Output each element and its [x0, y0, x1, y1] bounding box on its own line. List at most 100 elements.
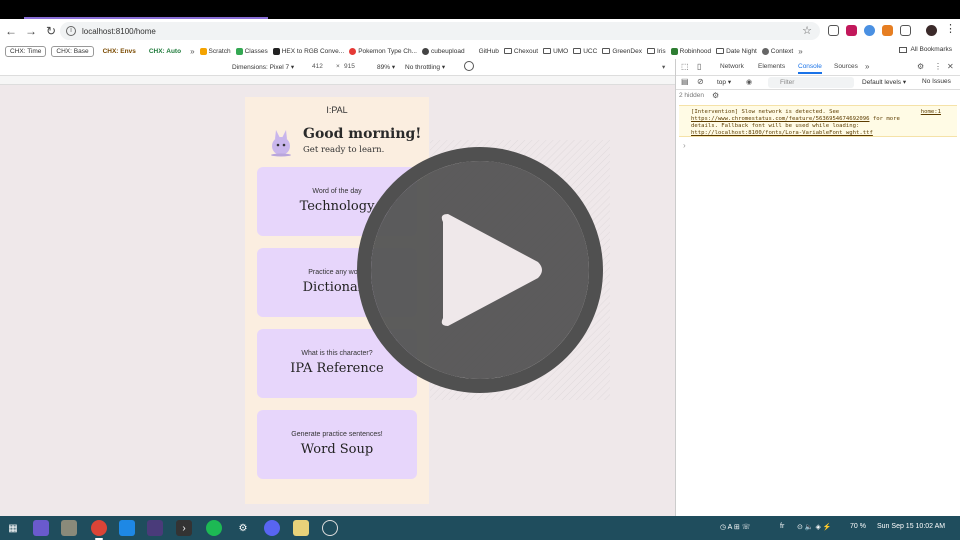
bookmark-link[interactable]: HEX to RGB Conve... — [272, 47, 344, 55]
throttling-select[interactable]: No throttling ▾ — [405, 63, 445, 71]
extension-icon[interactable] — [864, 25, 875, 36]
bookmark-folder[interactable]: Date Night — [716, 48, 757, 55]
intellij-icon[interactable] — [147, 520, 163, 536]
bookmark-folder[interactable]: GreenDex — [602, 48, 642, 55]
more-options-icon[interactable]: ▾ — [662, 63, 665, 71]
bookmark-chip[interactable]: CHX: Time — [5, 45, 47, 57]
bookmark-link[interactable]: Classes — [235, 47, 268, 55]
console-filter-input[interactable]: Filter — [768, 77, 854, 88]
bookmark-link[interactable]: Scratch — [199, 47, 231, 55]
log-levels-select[interactable]: Default levels ▾ — [862, 78, 906, 86]
dimension-separator: × — [336, 63, 340, 70]
ipa-reference-card[interactable]: What is this character? IPA Reference — [257, 329, 417, 398]
close-icon[interactable]: ✕ — [947, 62, 954, 71]
chevron-right-icon[interactable]: » — [798, 47, 802, 56]
os-taskbar: ▦ › ⚙ ◷ A ⊞ ☏ fr ⊙ 🔈 ◈ ⚡ 70 % Sun Sep 15… — [0, 516, 960, 540]
dictionary-card[interactable]: Practice any word! Dictionary — [257, 248, 417, 317]
settings-icon[interactable]: ⚙ — [235, 520, 251, 536]
address-bar[interactable]: i localhost:8100/home ☆ — [60, 22, 820, 40]
language-indicator[interactable]: fr — [780, 523, 784, 530]
tab-console[interactable]: Console — [798, 63, 822, 74]
forward-icon[interactable]: → — [22, 22, 40, 40]
bookmark-folder[interactable]: UCC — [573, 48, 597, 55]
device-height-field[interactable]: 915 — [344, 63, 355, 70]
warning-link[interactable]: http://localhost:8100/fonts/Lora-Variabl… — [691, 130, 873, 136]
context-select[interactable]: top ▾ — [717, 78, 731, 86]
eye-icon[interactable]: ◉ — [746, 78, 752, 86]
tab-network[interactable]: Network — [720, 63, 744, 70]
bookmark-link[interactable]: Robinhood — [670, 47, 711, 55]
files-icon[interactable] — [61, 520, 77, 536]
devtools-tabbar: ⬚ ▯ Network Elements Console Sources » ⚙… — [676, 59, 960, 76]
profile-avatar[interactable] — [926, 25, 937, 36]
bookmark-chip[interactable]: CHX: Base — [51, 45, 94, 57]
reload-icon[interactable]: ↻ — [42, 22, 60, 40]
notes-icon[interactable] — [293, 520, 309, 536]
rotate-icon[interactable] — [464, 61, 474, 71]
bookmark-folder[interactable]: UMO — [543, 48, 568, 55]
device-toggle-icon[interactable]: ▯ — [697, 62, 701, 71]
devtools-menu-icon[interactable]: ⋮ — [934, 62, 942, 71]
url-text[interactable]: localhost:8100/home — [82, 27, 156, 36]
bookmark-chip[interactable]: CHX: Envs — [99, 47, 140, 56]
issues-counter[interactable]: No Issues — [922, 78, 951, 85]
spotify-icon[interactable] — [206, 520, 222, 536]
word-soup-card[interactable]: Generate practice sentences! Word Soup — [257, 410, 417, 479]
tab-elements[interactable]: Elements — [758, 63, 785, 70]
card-title: Dictionary — [302, 280, 372, 295]
bookmark-link[interactable]: Context — [761, 47, 793, 55]
bookmark-folder[interactable]: Chexout — [503, 48, 538, 55]
warning-source-link[interactable]: home:1 — [921, 109, 941, 116]
card-caption: Generate practice sentences! — [291, 431, 383, 438]
word-of-day-card[interactable]: Word of the day Technology — [257, 167, 417, 236]
device-toolbar: Dimensions: Pixel 7 ▾ 412 × 915 89% ▾ No… — [0, 59, 675, 76]
bookmark-link[interactable]: GitHub — [469, 47, 499, 55]
chrome-icon[interactable] — [91, 520, 107, 536]
devtools-panel: ⬚ ▯ Network Elements Console Sources » ⚙… — [675, 59, 960, 516]
bookmark-star-icon[interactable]: ☆ — [802, 24, 812, 37]
tray-icons[interactable]: ◷ A ⊞ ☏ — [720, 523, 750, 531]
browser-menu-icon[interactable]: ⋮ — [945, 22, 956, 35]
vscode-icon[interactable] — [119, 520, 135, 536]
back-icon[interactable]: ← — [2, 22, 20, 40]
warning-link[interactable]: https://www.chromestatus.com/feature/563… — [691, 116, 870, 122]
card-caption: Word of the day — [312, 188, 362, 195]
extension-icon[interactable] — [846, 25, 857, 36]
tab-sources[interactable]: Sources — [834, 63, 858, 70]
app-icon[interactable] — [322, 520, 338, 536]
all-bookmarks[interactable]: All Bookmarks — [899, 46, 952, 53]
bookmark-folder[interactable]: Iris — [646, 48, 666, 55]
console-prompt[interactable]: › — [683, 141, 686, 150]
device-select[interactable]: Dimensions: Pixel 7 ▾ — [232, 63, 294, 71]
page-viewport: Dimensions: Pixel 7 ▾ 412 × 915 89% ▾ No… — [0, 59, 675, 516]
greeting: Good morning! — [303, 126, 422, 142]
extension-icon[interactable] — [882, 25, 893, 36]
app-screen: I:PAL Good morning! Get ready to learn. … — [245, 97, 429, 504]
clear-console-icon[interactable]: ⊘ — [697, 77, 704, 86]
warning-text: details. Fallback font will be used whil… — [691, 123, 860, 129]
shield-extension-icon[interactable] — [828, 25, 839, 36]
settings-gear-icon[interactable]: ⚙ — [917, 62, 924, 71]
sidebar-toggle-icon[interactable]: ▤ — [681, 77, 689, 86]
tray-icons[interactable]: ⊙ 🔈 ◈ ⚡ — [797, 523, 832, 531]
inspect-icon[interactable]: ⬚ — [681, 62, 689, 71]
app-grid-icon[interactable]: ▦ — [5, 520, 21, 536]
puzzle-extensions-icon[interactable] — [900, 25, 911, 36]
terminal-icon[interactable]: › — [176, 520, 192, 536]
bookmark-link[interactable]: cubeupload — [421, 47, 465, 55]
console-warning: [Intervention] Slow network is detected.… — [679, 105, 957, 137]
console-settings-icon[interactable]: ⚙ — [712, 91, 719, 100]
clock[interactable]: Sun Sep 15 10:02 AM — [877, 523, 945, 530]
discord-icon[interactable] — [264, 520, 280, 536]
app-icon[interactable] — [33, 520, 49, 536]
device-width-field[interactable]: 412 — [312, 63, 323, 70]
battery-percent[interactable]: 70 % — [850, 523, 866, 530]
warning-text: for more — [872, 116, 900, 122]
more-tabs-icon[interactable]: » — [865, 62, 869, 71]
bookmark-chip[interactable]: CHX: Auto — [145, 47, 185, 56]
bookmark-link[interactable]: Pokemon Type Ch... — [349, 47, 417, 55]
chevron-right-icon[interactable]: » — [190, 47, 194, 56]
site-info-icon[interactable]: i — [66, 26, 76, 36]
bookmarks-bar: CHX: Time CHX: Base CHX: Envs CHX: Auto … — [0, 43, 960, 59]
zoom-select[interactable]: 89% ▾ — [377, 63, 395, 71]
